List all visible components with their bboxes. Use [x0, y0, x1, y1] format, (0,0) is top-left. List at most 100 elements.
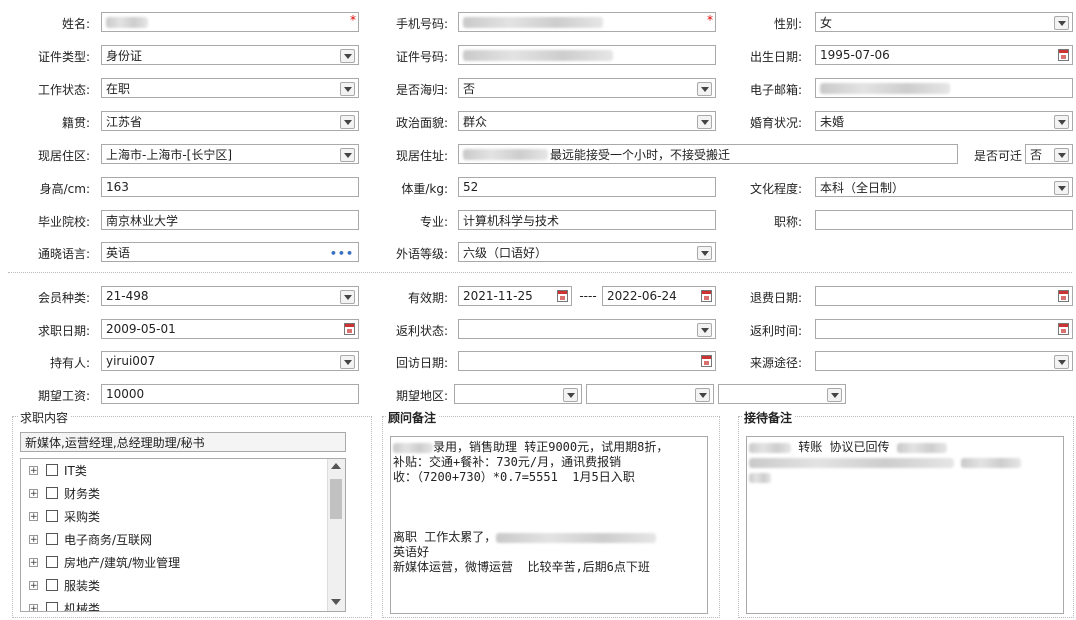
chevron-down-icon[interactable] — [695, 388, 710, 402]
education-select[interactable]: 本科（全日制） — [815, 177, 1073, 197]
checkbox[interactable] — [46, 579, 58, 591]
region-label: 期望地区: — [395, 389, 448, 403]
revisit-date-field[interactable] — [458, 351, 716, 371]
tree-item[interactable]: + 房地产/建筑/物业管理 — [29, 552, 180, 572]
expand-icon[interactable]: + — [29, 488, 38, 498]
phone-label: 手机号码: — [395, 17, 448, 31]
expand-icon[interactable]: + — [29, 534, 38, 544]
tree-item[interactable]: + 服装类 — [29, 575, 100, 595]
checkbox[interactable] — [46, 464, 58, 476]
chevron-down-icon[interactable] — [340, 49, 355, 63]
reception-notes-textarea[interactable]: 转账 协议已回传 — [746, 436, 1064, 614]
returnee-select[interactable]: 否 — [458, 78, 716, 98]
chevron-down-icon[interactable] — [1054, 115, 1069, 129]
chevron-down-icon[interactable] — [340, 148, 355, 162]
refund-date-field[interactable] — [815, 286, 1073, 306]
political-value: 群众 — [463, 114, 488, 129]
chevron-down-icon[interactable] — [697, 115, 712, 129]
scroll-up-icon[interactable] — [331, 463, 341, 469]
checkbox[interactable] — [46, 533, 58, 545]
tree-item[interactable]: + 财务类 — [29, 483, 100, 503]
member-type-select[interactable]: 21-498 — [101, 286, 359, 306]
tree-item[interactable]: + 机械类 — [29, 598, 100, 611]
residence-select[interactable]: 上海市-上海市-[长宁区] — [101, 144, 359, 164]
expand-icon[interactable]: + — [29, 603, 38, 611]
tree-item-label: 服装类 — [64, 578, 101, 593]
chevron-down-icon[interactable] — [1054, 16, 1069, 30]
chevron-down-icon[interactable] — [340, 355, 355, 369]
work-status-select[interactable]: 在职 — [101, 78, 359, 98]
gender-select[interactable]: 女 — [815, 12, 1073, 32]
birth-date-field[interactable]: 1995-07-06 — [815, 45, 1073, 65]
redacted-text — [749, 442, 791, 453]
langlevel-select[interactable]: 六级（口语好） — [458, 242, 716, 262]
expand-icon[interactable]: + — [29, 511, 38, 521]
scroll-thumb[interactable] — [330, 479, 342, 519]
returnee-value: 否 — [463, 81, 476, 96]
address-field[interactable]: 最远能接受一个小时，不接受搬迁 — [458, 144, 958, 164]
jobseek-date-field[interactable]: 2009-05-01 — [101, 319, 359, 339]
title-field[interactable] — [815, 210, 1073, 230]
expand-icon[interactable]: + — [29, 465, 38, 475]
salary-value: 10000 — [106, 387, 145, 401]
tree-item[interactable]: + 电子商务/互联网 — [29, 529, 152, 549]
idtype-select[interactable]: 身份证 — [101, 45, 359, 65]
calendar-icon[interactable] — [1058, 290, 1069, 302]
weight-field[interactable]: 52 — [458, 177, 716, 197]
major-value: 计算机科学与技术 — [463, 213, 560, 228]
calendar-icon[interactable] — [1058, 49, 1069, 61]
scrollbar[interactable] — [327, 459, 345, 611]
region-city-select[interactable] — [586, 384, 714, 404]
validity-to-field[interactable]: 2022-06-24 — [602, 286, 716, 306]
calendar-icon[interactable] — [557, 290, 568, 302]
tree-item-label: 电子商务/互联网 — [64, 532, 153, 547]
tree-item[interactable]: + IT类 — [29, 460, 87, 480]
checkbox[interactable] — [46, 602, 58, 611]
chevron-down-icon[interactable] — [697, 246, 712, 260]
political-select[interactable]: 群众 — [458, 111, 716, 131]
chevron-down-icon[interactable] — [1054, 148, 1069, 162]
email-field[interactable] — [815, 78, 1073, 98]
name-field[interactable]: * — [101, 12, 359, 32]
calendar-icon[interactable] — [701, 355, 712, 367]
validity-from-field[interactable]: 2021-11-25 — [458, 286, 572, 306]
calendar-icon[interactable] — [1058, 323, 1069, 335]
language-field[interactable]: 英语 ••• — [101, 242, 359, 262]
school-field[interactable]: 南京林业大学 — [101, 210, 359, 230]
scroll-down-icon[interactable] — [331, 599, 341, 605]
rebate-status-select[interactable] — [458, 319, 716, 339]
expand-icon[interactable]: + — [29, 557, 38, 567]
holder-select[interactable]: yirui007 — [101, 351, 359, 371]
chevron-down-icon[interactable] — [1054, 355, 1069, 369]
phone-field[interactable]: * — [458, 12, 716, 32]
major-field[interactable]: 计算机科学与技术 — [458, 210, 716, 230]
chevron-down-icon[interactable] — [340, 115, 355, 129]
height-field[interactable]: 163 — [101, 177, 359, 197]
source-select[interactable] — [815, 351, 1073, 371]
more-icon[interactable]: ••• — [330, 247, 354, 260]
marital-select[interactable]: 未婚 — [815, 111, 1073, 131]
chevron-down-icon[interactable] — [340, 82, 355, 96]
tree-item[interactable]: + 采购类 — [29, 506, 100, 526]
negotiable-select[interactable]: 否 — [1025, 144, 1073, 164]
chevron-down-icon[interactable] — [827, 388, 842, 402]
chevron-down-icon[interactable] — [340, 290, 355, 304]
checkbox[interactable] — [46, 510, 58, 522]
native-select[interactable]: 江苏省 — [101, 111, 359, 131]
advisor-notes-textarea[interactable]: 录用，销售助理 转正9000元，试用期8折， 补贴：交通+餐补：730元/月，通… — [390, 436, 708, 614]
chevron-down-icon[interactable] — [1054, 181, 1069, 195]
checkbox[interactable] — [46, 487, 58, 499]
calendar-icon[interactable] — [701, 290, 712, 302]
rebate-time-field[interactable] — [815, 319, 1073, 339]
calendar-icon[interactable] — [344, 323, 355, 335]
salary-field[interactable]: 10000 — [101, 384, 359, 404]
region-district-select[interactable] — [718, 384, 846, 404]
chevron-down-icon[interactable] — [563, 388, 578, 402]
expand-icon[interactable]: + — [29, 580, 38, 590]
chevron-down-icon[interactable] — [697, 82, 712, 96]
job-category-tree[interactable]: + IT类 + 财务类 + 采购类 + 电子商务/互联网 + 房地产/建筑/物业管理 + 服… — [20, 458, 346, 612]
region-province-select[interactable] — [454, 384, 582, 404]
idno-field[interactable] — [458, 45, 716, 65]
chevron-down-icon[interactable] — [697, 323, 712, 337]
checkbox[interactable] — [46, 556, 58, 568]
